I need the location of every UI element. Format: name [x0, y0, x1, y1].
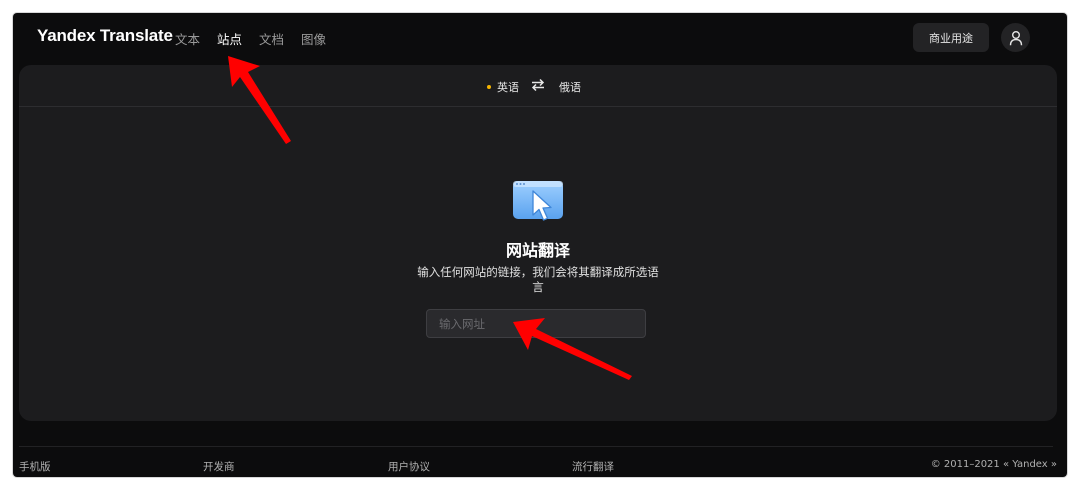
- translate-card: 英语 俄语 网站翻译 输入任何网站的链接，我们会将其翻译成所选语言 输入网址: [19, 65, 1057, 421]
- swap-languages-button[interactable]: [530, 77, 546, 93]
- nav-tab-document[interactable]: 文档: [259, 29, 284, 48]
- source-language-label: 英语: [497, 81, 519, 94]
- swap-arrows-icon: [531, 78, 545, 92]
- active-dot-icon: [487, 85, 491, 89]
- language-bar: 英语 俄语: [19, 65, 1057, 107]
- avatar-button[interactable]: [1001, 23, 1030, 52]
- source-language-selector[interactable]: 英语: [487, 79, 519, 95]
- footer-link-terms[interactable]: 用户协议: [388, 459, 430, 474]
- url-input[interactable]: [426, 309, 646, 338]
- business-button[interactable]: 商业用途: [913, 23, 989, 52]
- main-nav: 文本 站点 文档 图像: [175, 29, 326, 48]
- footer-divider: [19, 446, 1053, 447]
- page-description: 输入任何网站的链接，我们会将其翻译成所选语言: [417, 265, 659, 294]
- footer-link-popular[interactable]: 流行翻译: [572, 459, 614, 474]
- logo[interactable]: Yandex Translate: [37, 26, 173, 46]
- browser-window: Yandex Translate 文本 站点 文档 图像 商业用途 英语 俄语 …: [13, 13, 1067, 477]
- footer-link-developers[interactable]: 开发商: [203, 459, 235, 474]
- browser-cursor-icon: [512, 179, 566, 225]
- nav-tab-image[interactable]: 图像: [301, 29, 326, 48]
- copyright: © 2011–2021 « Yandex »: [930, 459, 1057, 470]
- header: Yandex Translate 文本 站点 文档 图像 商业用途: [13, 13, 1067, 65]
- nav-tab-text[interactable]: 文本: [175, 29, 200, 48]
- user-icon: [1009, 30, 1022, 45]
- page-title: 网站翻译: [505, 241, 570, 260]
- footer-link-mobile[interactable]: 手机版: [19, 459, 51, 474]
- nav-tab-site[interactable]: 站点: [217, 29, 242, 48]
- target-language-selector[interactable]: 俄语: [559, 79, 581, 95]
